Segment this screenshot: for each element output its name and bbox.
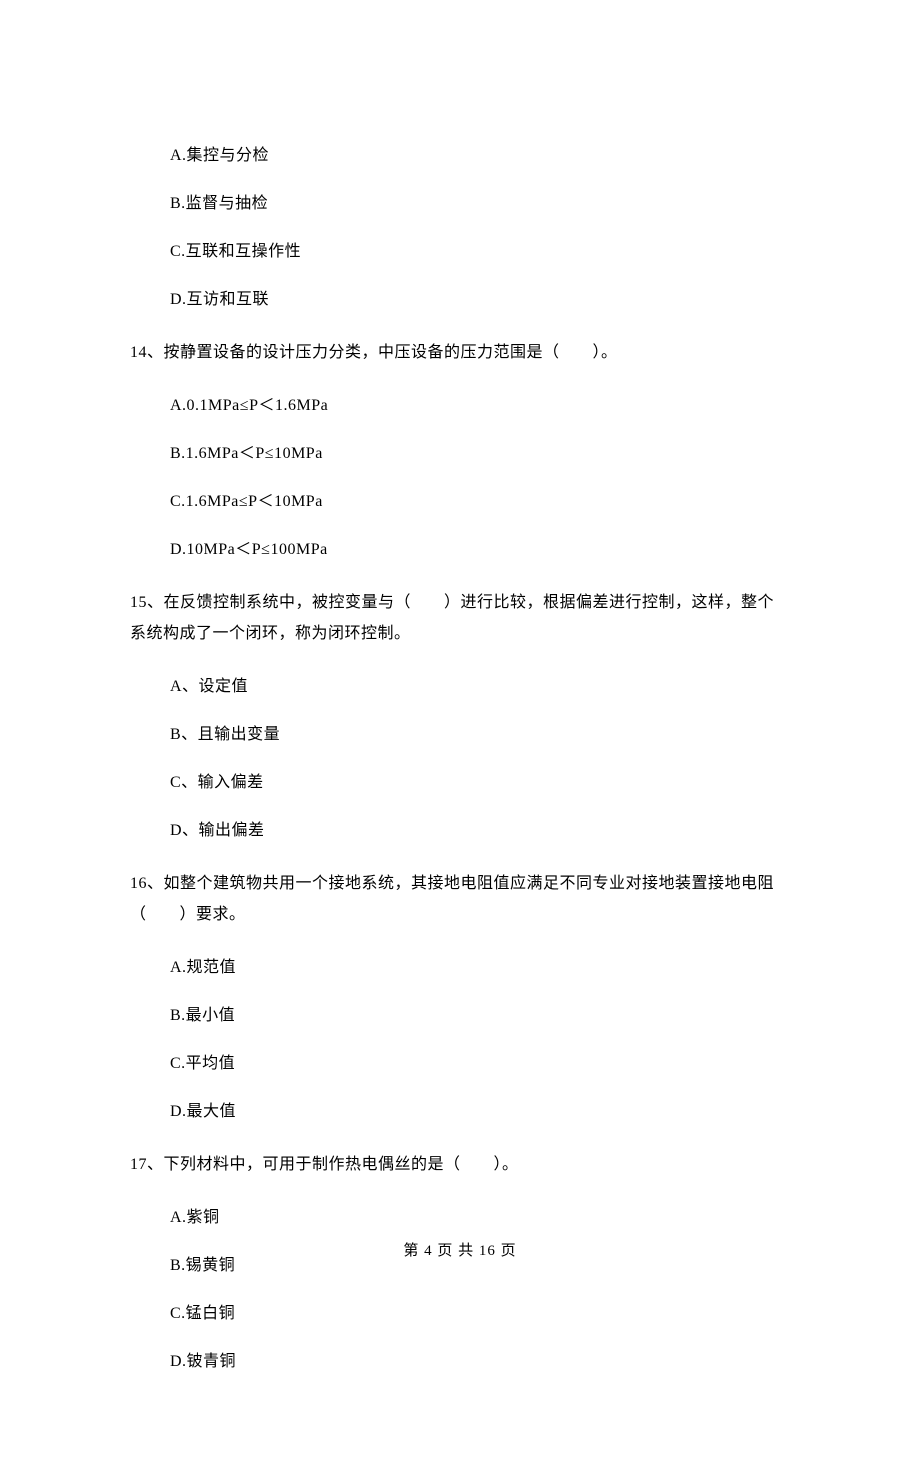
option-text: A、设定值: [170, 675, 790, 699]
question-text: 14、按静置设备的设计压力分类，中压设备的压力范围是（ ）。: [130, 338, 790, 368]
option-text: A.集控与分检: [170, 144, 790, 168]
option-text: D.10MPa＜P≤100MPa: [170, 538, 790, 562]
option-text: C.锰白铜: [170, 1302, 790, 1326]
option-text: B.最小值: [170, 1004, 790, 1028]
option-text: D.铍青铜: [170, 1350, 790, 1374]
option-text: A.0.1MPa≤P＜1.6MPa: [170, 394, 790, 418]
option-text: D.互访和互联: [170, 288, 790, 312]
option-text: D.最大值: [170, 1100, 790, 1124]
option-text: C.平均值: [170, 1052, 790, 1076]
option-text: C.互联和互操作性: [170, 240, 790, 264]
option-text: A.规范值: [170, 956, 790, 980]
option-text: B.1.6MPa＜P≤10MPa: [170, 442, 790, 466]
question-text: 17、下列材料中，可用于制作热电偶丝的是（ ）。: [130, 1150, 790, 1180]
question-text: 15、在反馈控制系统中，被控变量与（ ）进行比较，根据偏差进行控制，这样，整个系…: [130, 588, 790, 649]
option-text: A.紫铜: [170, 1206, 790, 1230]
question-text: 16、如整个建筑物共用一个接地系统，其接地电阻值应满足不同专业对接地装置接地电阻…: [130, 869, 790, 930]
option-text: C.1.6MPa≤P＜10MPa: [170, 490, 790, 514]
option-text: C、输入偏差: [170, 771, 790, 795]
option-text: B、且输出变量: [170, 723, 790, 747]
option-text: D、输出偏差: [170, 819, 790, 843]
option-text: B.监督与抽检: [170, 192, 790, 216]
page-footer: 第 4 页 共 16 页: [0, 1240, 920, 1263]
